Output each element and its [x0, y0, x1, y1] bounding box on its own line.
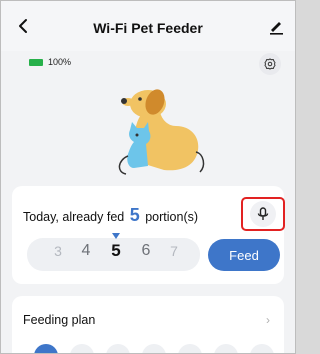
settings-button[interactable] [259, 53, 281, 75]
battery-icon [29, 59, 43, 66]
portion-option[interactable]: 4 [76, 242, 96, 260]
app-screen: Wi-Fi Pet Feeder 100% Today, already fed… [0, 0, 296, 354]
portion-option[interactable]: 7 [164, 243, 184, 259]
page-title: Wi-Fi Pet Feeder [93, 20, 203, 36]
voice-button[interactable] [241, 197, 285, 231]
fed-count: 5 [129, 205, 140, 225]
chevron-right-icon[interactable]: › [266, 313, 270, 327]
portion-option-selected[interactable]: 5 [106, 241, 126, 261]
voice-button-bg [250, 201, 276, 227]
settings-gear-icon [264, 58, 276, 70]
portion-option[interactable]: 3 [48, 243, 68, 259]
edit-pencil-icon[interactable] [267, 17, 285, 35]
feed-button[interactable]: Feed [208, 239, 280, 271]
feeding-plan-title: Feeding plan [23, 313, 96, 327]
fed-summary: Today, already fed 5 portion(s) [23, 205, 198, 226]
top-bar: Wi-Fi Pet Feeder [1, 1, 295, 51]
fed-prefix: Today, already fed [23, 210, 125, 224]
battery-level: 100% [48, 57, 72, 67]
pets-illustration [118, 89, 205, 175]
fed-suffix: portion(s) [145, 210, 199, 224]
microphone-icon [257, 207, 269, 220]
portion-option[interactable]: 6 [136, 242, 156, 260]
picker-pointer-icon [112, 233, 120, 239]
